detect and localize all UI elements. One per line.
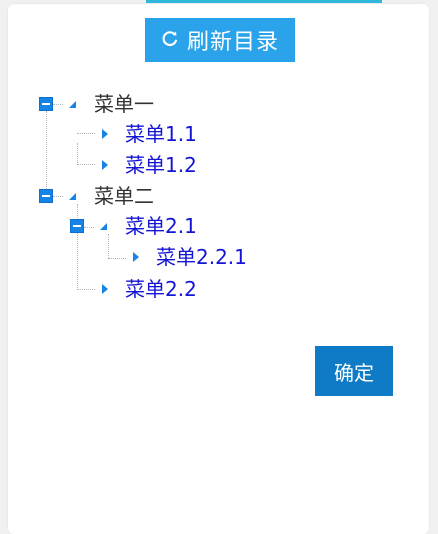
tree-node-label: 菜单2.2.1	[156, 245, 247, 269]
tree-node-label: 菜单1.1	[125, 122, 197, 146]
tree-node-menu-2-2[interactable]: 菜单2.2	[96, 277, 206, 301]
tree-connector	[108, 258, 126, 259]
tree-node-label: 菜单2.2	[125, 277, 197, 301]
tree-connector	[77, 133, 95, 134]
tree-connector	[77, 164, 95, 165]
tree-node-menu-1[interactable]: 菜单一	[39, 92, 169, 116]
tree-connector	[77, 143, 78, 165]
tree-node-menu-1-1[interactable]: 菜单1.1	[96, 122, 206, 146]
confirm-button[interactable]: 确定	[315, 346, 393, 396]
collapse-toggle-icon[interactable]	[70, 219, 84, 233]
tree-node-label: 菜单1.2	[125, 153, 197, 177]
tree-node-menu-2-2-1[interactable]: 菜单2.2.1	[127, 245, 267, 269]
leaf-arrow-icon	[102, 129, 108, 139]
tree-node-menu-2[interactable]: 菜单二	[39, 184, 169, 208]
tree-connector	[77, 289, 95, 290]
leaf-arrow-icon	[102, 160, 108, 170]
expanded-arrow-icon	[100, 223, 107, 230]
leaf-arrow-icon	[102, 284, 108, 294]
collapse-toggle-icon[interactable]	[39, 97, 53, 111]
tree-node-label: 菜单二	[94, 184, 154, 208]
tree-node-label: 菜单2.1	[125, 214, 197, 238]
menu-tree: 菜单一 菜单1.1 菜单1.2 菜单二 菜单2.1 菜单2.2.1 菜单2.2	[0, 0, 438, 519]
leaf-arrow-icon	[133, 252, 139, 262]
tree-node-menu-1-2[interactable]: 菜单1.2	[96, 153, 206, 177]
tree-node-label: 菜单一	[94, 92, 154, 116]
expanded-arrow-icon	[69, 193, 76, 200]
expanded-arrow-icon	[69, 101, 76, 108]
tree-node-menu-2-1[interactable]: 菜单2.1	[70, 214, 210, 238]
collapse-toggle-icon[interactable]	[39, 189, 53, 203]
